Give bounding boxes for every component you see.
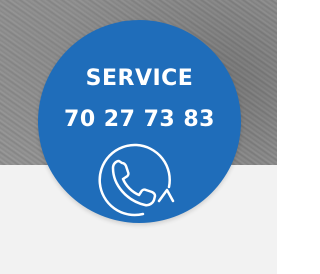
service-title: SERVICE — [85, 66, 194, 91]
service-badge[interactable]: SERVICE 70 27 73 83 — [38, 20, 241, 223]
service-phone-number[interactable]: 70 27 73 83 — [38, 107, 241, 132]
phone-callback-icon — [98, 143, 175, 217]
